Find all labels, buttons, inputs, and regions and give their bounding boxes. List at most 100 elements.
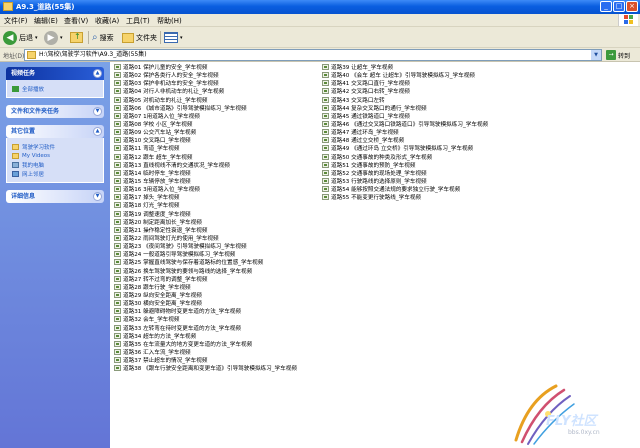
file-item[interactable]: 道路26 换车驾驶驾驶的要领与路线的选择_学车视频 [114,267,297,275]
file-item[interactable]: 道路55 不能变更行驶路线_学车视频 [322,193,488,201]
file-item[interactable]: 道路22 雨间驾驶灯光的使用_学车视频 [114,234,297,242]
file-item[interactable]: 道路01 保护儿童的安全_学车视频 [114,63,297,71]
file-item[interactable]: 道路44 复杂交叉路口的通行_学车视频 [322,104,488,112]
file-item[interactable]: 道路13 直线视线不清的交通状况_学车视频 [114,161,297,169]
file-item[interactable]: 道路47 通过环岛_学车视频 [322,128,488,136]
file-item[interactable]: 道路10 交叉路口_学车视频 [114,136,297,144]
file-item[interactable]: 道路36 汇入车流_学车视频 [114,348,297,356]
file-name: 道路03 保护非机动车的安全_学车视频 [123,81,219,88]
file-item[interactable]: 道路17 掉头_学车视频 [114,193,297,201]
file-item[interactable]: 道路49 《通过环岛 立交桥》引导驾驶模拟练习_学车视频 [322,144,488,152]
file-item[interactable]: 道路09 公交汽车站_学车视频 [114,128,297,136]
minimize-button[interactable]: _ [600,1,612,12]
video-file-icon [114,72,121,79]
file-name: 道路13 直线视线不清的交通状况_学车视频 [123,162,230,169]
file-name: 道路38 《跟车行驶安全距离和变更车道》引导驾驶模拟练习_学车视频 [123,366,297,373]
place-link-my-computer[interactable]: 我的电脑 [12,160,98,169]
file-item[interactable]: 道路46 《通过交叉路口铁路道口》引导驾驶模拟练习_学车视频 [322,120,488,128]
menu-tools[interactable]: 工具(T) [126,16,150,26]
file-item[interactable]: 道路52 交通事故的现场处理_学车视频 [322,169,488,177]
file-item[interactable]: 道路38 《跟车行驶安全距离和变更车道》引导驾驶模拟练习_学车视频 [114,364,297,372]
details-panel: 详细信息 ▼ [6,190,104,203]
file-item[interactable]: 道路34 超车的方法_学车视频 [114,332,297,340]
window-title: A9.3_道路(55集) [16,3,75,11]
file-item[interactable]: 道路04 对行人非机动车的礼让_学车视频 [114,87,297,95]
file-item[interactable]: 道路20 制定距离加长_学车视频 [114,218,297,226]
file-item[interactable]: 道路40 《会车 超车 让超车》引导驾驶模拟练习_学车视频 [322,71,488,79]
file-item[interactable]: 道路39 让超车_学车视频 [322,63,488,71]
play-all-link[interactable]: 全部播放 [12,84,98,93]
file-item[interactable]: 道路50 交通事故的种类及形式_学车视频 [322,153,488,161]
video-tasks-header[interactable]: 视频任务 ▲ [6,67,104,80]
file-item[interactable]: 道路16 3用道路入位_学车视频 [114,185,297,193]
file-item[interactable]: 道路03 保护非机动车的安全_学车视频 [114,79,297,87]
file-name: 道路51 交通事故的预防_学车视频 [331,162,416,169]
file-item[interactable]: 道路51 交通事故的预防_学车视频 [322,161,488,169]
place-link-network[interactable]: 网上邻居 [12,169,98,178]
place-link-software[interactable]: 驾驶学习软件 [12,142,98,151]
other-places-body: 驾驶学习软件 My Videos 我的电脑 网上邻居 [6,138,104,183]
file-name: 道路16 3用道路入位_学车视频 [123,187,200,194]
other-places-header[interactable]: 其它位置 ▲ [6,125,104,138]
menu-file[interactable]: 文件(F) [4,16,28,26]
forward-button[interactable]: ▶ ▾ [44,30,63,45]
search-button[interactable]: ⌕ 搜索 [92,30,114,45]
file-item[interactable]: 道路25 掌握直线驾驶与保存着道路标的位置感_学车视频 [114,258,297,266]
file-item[interactable]: 道路21 操作稳定性衰退_学车视频 [114,226,297,234]
file-item[interactable]: 道路32 会车_学车视频 [114,315,297,323]
file-item[interactable]: 道路19 调整速度_学车视频 [114,210,297,218]
file-item[interactable]: 道路12 跟车 超车_学车视频 [114,153,297,161]
file-item[interactable]: 道路23 《夜间驾驶》引导驾驶模拟练习_学车视频 [114,242,297,250]
file-item[interactable]: 道路43 交叉路口左转 [322,96,488,104]
file-item[interactable]: 道路45 通过铁路道口_学车视频 [322,112,488,120]
file-item[interactable]: 道路42 交叉路口右转_学车视频 [322,87,488,95]
chevron-down-icon[interactable]: ▼ [93,107,102,116]
file-item[interactable]: 道路53 行驶路线的选择原则_学车视频 [322,177,488,185]
file-item[interactable]: 道路08 学校 小区_学车视频 [114,120,297,128]
menu-favorites[interactable]: 收藏(A) [95,16,119,26]
chevron-down-icon[interactable]: ▼ [93,192,102,201]
file-item[interactable]: 道路28 跟车行驶_学车视频 [114,283,297,291]
maximize-button[interactable]: □ [613,1,625,12]
file-item[interactable]: 道路35 在车流量大的地方变更车道的方法_学车视频 [114,340,297,348]
file-item[interactable]: 道路37 禁止超车的情况_学车视频 [114,356,297,364]
menu-edit[interactable]: 编辑(E) [34,16,58,26]
file-item[interactable]: 道路11 弯道_学车视频 [114,144,297,152]
file-item[interactable]: 道路07 1用道路入位_学车视频 [114,112,297,120]
file-item[interactable]: 道路05 对机动车的礼让_学车视频 [114,96,297,104]
file-item[interactable]: 道路15 车辆停放_学车视频 [114,177,297,185]
video-file-icon [114,332,121,339]
file-item[interactable]: 道路29 纵向安全距离_学车视频 [114,291,297,299]
file-item[interactable]: 道路18 灯光_学车视频 [114,201,297,209]
file-item[interactable]: 道路31 躲避障碍物时变更车道的方法_学车视频 [114,307,297,315]
up-folder-button[interactable]: ↑ [70,30,83,45]
file-item[interactable]: 道路24 一般道路引导驾驶模拟练习_学车视频 [114,250,297,258]
file-tasks-header[interactable]: 文件和文件夹任务 ▼ [6,105,104,118]
video-file-icon [114,275,121,282]
address-input[interactable]: H:\驾校\驾驶学习软件\A9.3_道路(55集) ▼ [24,49,602,61]
video-file-icon [114,283,121,290]
file-item[interactable]: 道路41 交叉路口直行_学车视频 [322,79,488,87]
file-item[interactable]: 道路33 左转弯在待时变更车道的方法_学车视频 [114,324,297,332]
video-file-icon [322,161,329,168]
back-button[interactable]: ◀ 后退 ▾ [3,30,38,45]
file-item[interactable]: 道路27 转不过弯的调整_学车视频 [114,275,297,283]
go-button[interactable]: → 转到 [606,50,630,60]
file-item[interactable]: 道路14 临时停车_学车视频 [114,169,297,177]
place-label-network: 网上邻居 [22,171,45,178]
file-item[interactable]: 道路48 通过立交桥_学车视频 [322,136,488,144]
views-button[interactable]: ▾ [164,30,183,45]
chevron-up-icon[interactable]: ▲ [93,127,102,136]
menu-help[interactable]: 帮助(H) [157,16,182,26]
file-item[interactable]: 道路06 《城市道路》引导驾驶模拟练习_学车视频 [114,104,297,112]
place-link-my-videos[interactable]: My Videos [12,151,98,160]
menu-view[interactable]: 查看(V) [64,16,88,26]
file-item[interactable]: 道路02 保护各类行人的安全_学车视频 [114,71,297,79]
details-header[interactable]: 详细信息 ▼ [6,190,104,203]
chevron-up-icon[interactable]: ▲ [93,69,102,78]
address-dropdown-icon[interactable]: ▼ [591,50,601,60]
close-button[interactable]: × [626,1,638,12]
file-item[interactable]: 道路30 横向安全距离_学车视频 [114,299,297,307]
file-item[interactable]: 道路54 能够按照交通法规的要求独立行驶_学车视频 [322,185,488,193]
folders-button[interactable]: 文件夹 [122,30,157,45]
